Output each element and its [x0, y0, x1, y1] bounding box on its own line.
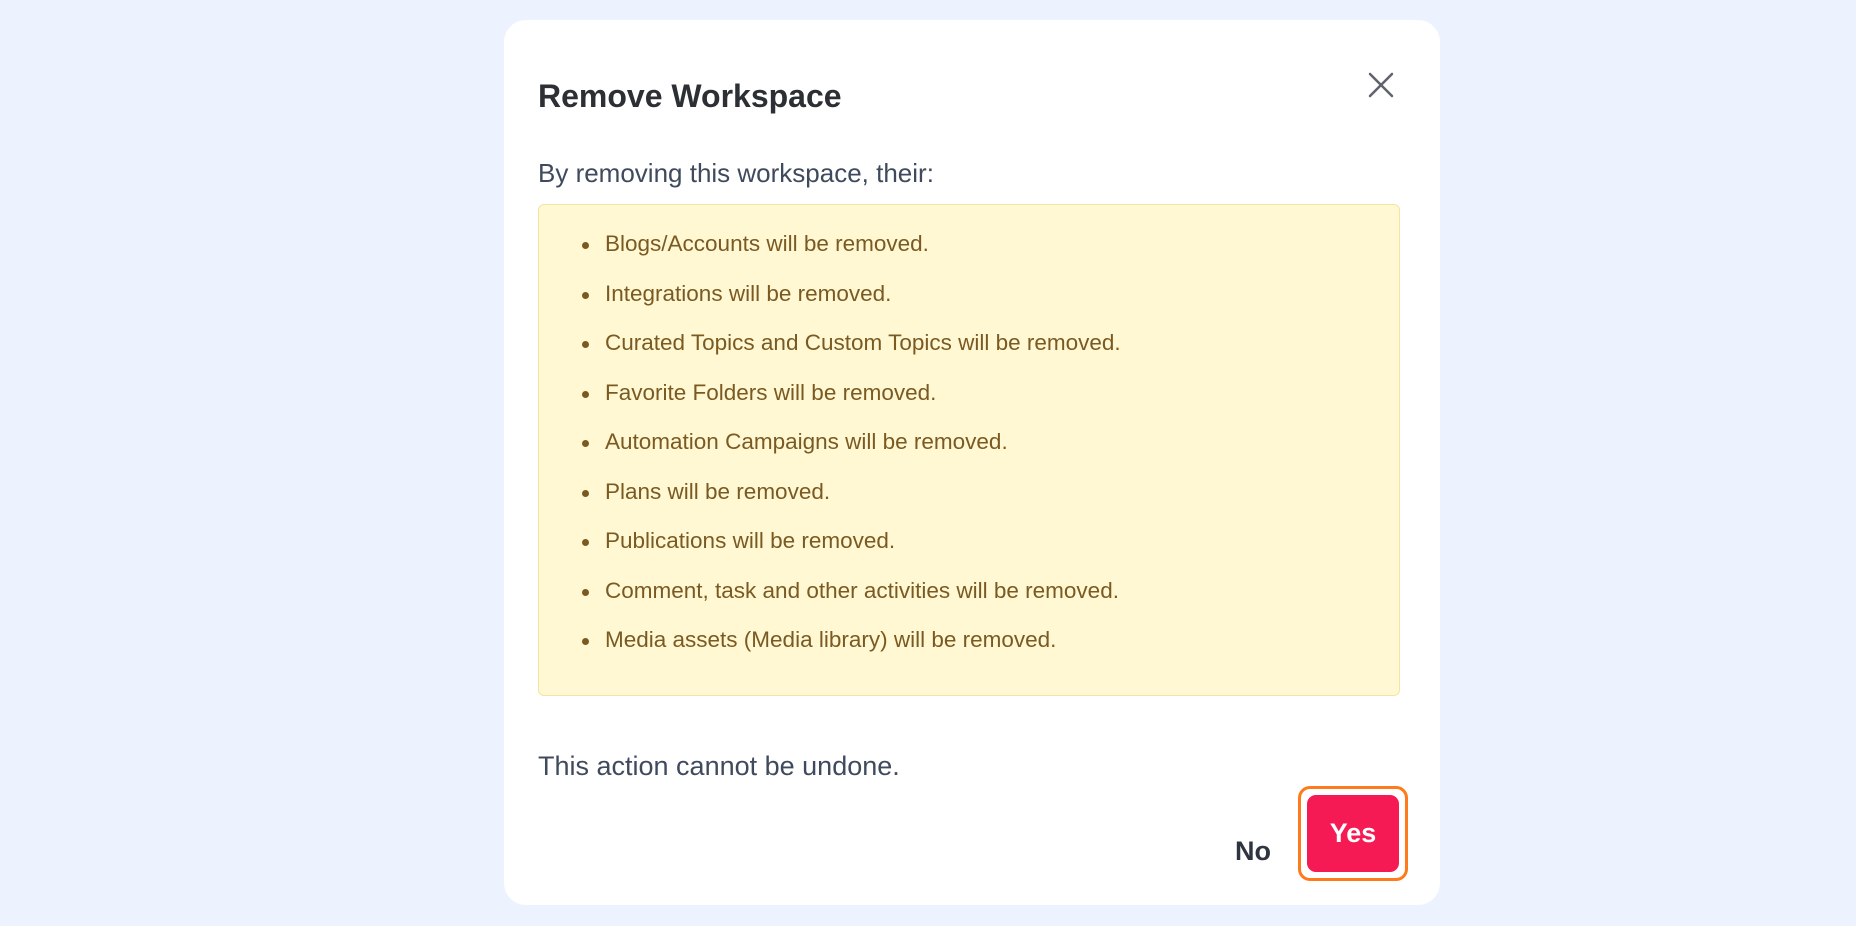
- bullet-icon: [582, 440, 589, 447]
- list-item-text: Blogs/Accounts will be removed.: [605, 231, 929, 256]
- list-item: Publications will be removed.: [539, 528, 1399, 580]
- bullet-icon: [582, 390, 589, 398]
- list-item: Plans will be removed.: [539, 478, 1399, 531]
- yes-button[interactable]: Yes: [1307, 795, 1399, 872]
- bullet-icon: [582, 588, 589, 596]
- list-item-text: Curated Topics and Custom Topics will be…: [605, 330, 1121, 355]
- list-item: Media assets (Media library) will be rem…: [539, 627, 1399, 679]
- bullet-icon: [582, 291, 589, 299]
- list-item: Curated Topics and Custom Topics will be…: [539, 330, 1399, 382]
- dialog-title: Remove Workspace: [538, 78, 842, 114]
- list-item-text: Plans will be removed.: [605, 478, 831, 504]
- dialog-intro: By removing this workspace, their:: [538, 158, 934, 188]
- list-item-text: Automation Campaigns will be removed.: [605, 429, 1008, 454]
- list-item-text: Favorite Folders will be removed.: [605, 379, 937, 405]
- list-item: Favorite Folders will be removed.: [539, 379, 1399, 432]
- list-item-text: Comment, task and other activities will …: [605, 577, 1119, 603]
- list-item-text: Integrations will be removed.: [605, 280, 892, 306]
- list-item: Automation Campaigns will be removed.: [539, 429, 1399, 481]
- close-icon: [1368, 72, 1394, 98]
- bullet-icon: [582, 489, 589, 497]
- list-item: Blogs/Accounts will be removed.: [539, 231, 1399, 283]
- yes-button-focus-ring: Yes: [1298, 786, 1408, 881]
- list-item-text: Publications will be removed.: [605, 528, 896, 553]
- list-item: Integrations will be removed.: [539, 280, 1399, 333]
- list-item-text: Media assets (Media library) will be rem…: [605, 627, 1057, 652]
- bullet-icon: [582, 242, 589, 249]
- warning-box: Blogs/Accounts will be removed. Integrati…: [538, 204, 1400, 696]
- close-button[interactable]: [1358, 62, 1404, 108]
- warning-list: Blogs/Accounts will be removed. Integrati…: [539, 231, 1399, 679]
- irreversible-note: This action cannot be undone.: [538, 751, 900, 781]
- remove-workspace-dialog: Remove Workspace By removing this worksp…: [504, 20, 1440, 905]
- bullet-icon: [582, 539, 589, 546]
- list-item: Comment, task and other activities will …: [539, 577, 1399, 630]
- bullet-icon: [582, 341, 589, 348]
- no-button[interactable]: No: [1218, 814, 1288, 888]
- bullet-icon: [582, 638, 589, 645]
